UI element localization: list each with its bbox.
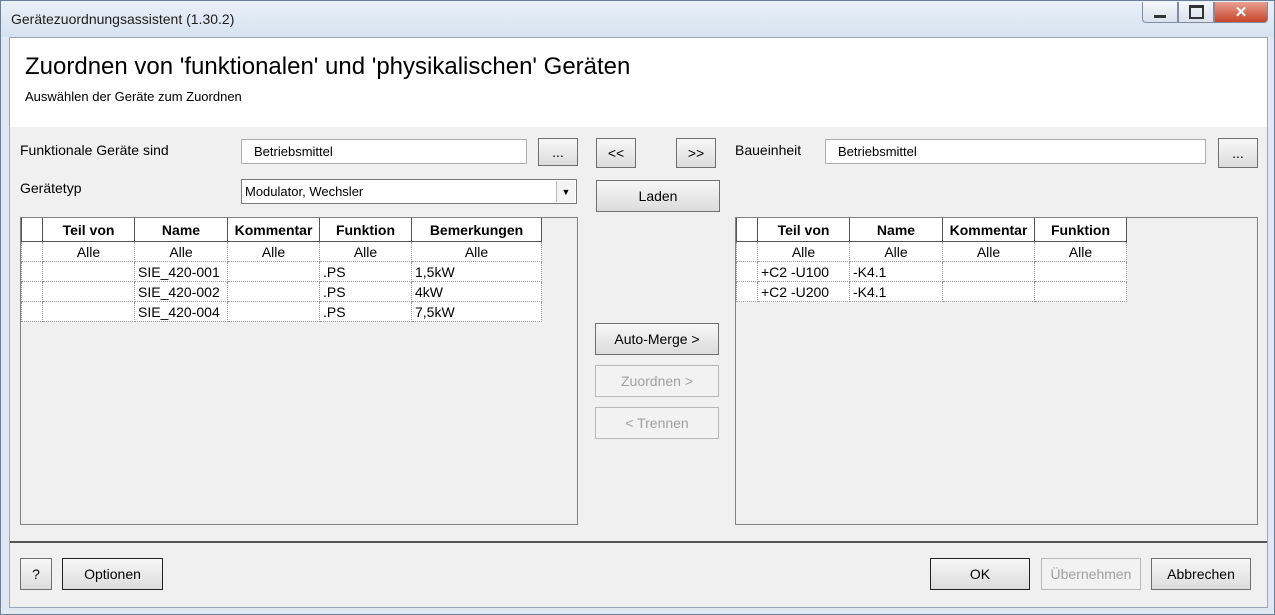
table-cell[interactable] <box>942 261 1035 282</box>
maximize-icon <box>1188 5 1204 19</box>
chevron-down-icon[interactable]: ▼ <box>556 181 575 202</box>
close-icon: ✕ <box>1234 4 1248 21</box>
column-header[interactable]: Name <box>134 218 228 242</box>
window-title: Gerätezuordnungsassistent (1.30.2) <box>11 11 235 27</box>
table-cell[interactable]: -K4.1 <box>849 261 943 282</box>
column-header[interactable]: Funktion <box>1034 218 1127 242</box>
physical-devices-table: Teil von Name Kommentar Funktion Alle Al… <box>736 218 1127 302</box>
table-row[interactable]: +C2 -U200 -K4.1 <box>736 281 1127 302</box>
unit-field[interactable]: Betriebsmittel <box>825 139 1206 164</box>
unit-label: Baueinheit <box>735 142 802 158</box>
assign-button[interactable]: Zuordnen > <box>595 365 719 397</box>
filter-cell[interactable]: Alle <box>411 241 542 262</box>
filter-cell[interactable]: Alle <box>1034 241 1127 262</box>
device-type-label: Gerätetyp <box>20 180 82 196</box>
row-header-corner <box>736 218 758 242</box>
table-header-row: Teil von Name Kommentar Funktion <box>736 218 1127 242</box>
column-header[interactable]: Name <box>849 218 943 242</box>
table-cell[interactable] <box>227 261 320 282</box>
device-type-select[interactable]: Modulator, Wechsler ▼ <box>241 179 577 204</box>
table-cell[interactable]: 1,5kW <box>411 261 542 282</box>
column-header[interactable]: Funktion <box>319 218 412 242</box>
row-header-cell <box>21 241 43 262</box>
dialog-client-area: Zuordnen von 'funktionalen' und 'physika… <box>9 37 1268 608</box>
table-cell[interactable]: +C2 -U100 <box>757 261 850 282</box>
filter-row: Alle Alle Alle Alle <box>736 241 1127 262</box>
table-cell[interactable] <box>227 301 320 322</box>
table-row[interactable]: +C2 -U100 -K4.1 <box>736 261 1127 282</box>
ok-button[interactable]: OK <box>930 558 1030 590</box>
row-header-cell[interactable] <box>736 281 758 302</box>
functional-devices-field[interactable]: Betriebsmittel <box>241 139 527 164</box>
table-cell[interactable] <box>1034 281 1127 302</box>
filter-cell[interactable]: Alle <box>942 241 1035 262</box>
functional-devices-grid[interactable]: Teil von Name Kommentar Funktion Bemerku… <box>20 217 578 525</box>
column-header[interactable]: Kommentar <box>227 218 320 242</box>
table-cell[interactable]: SIE_420-002 <box>134 281 228 302</box>
functional-devices-label: Funktionale Geräte sind <box>20 142 169 158</box>
row-header-cell[interactable] <box>21 281 43 302</box>
footer-divider <box>10 541 1267 543</box>
row-header-cell[interactable] <box>21 301 43 322</box>
separate-button[interactable]: < Trennen <box>595 407 719 439</box>
table-cell[interactable]: .PS <box>319 281 412 302</box>
table-cell[interactable]: .PS <box>319 261 412 282</box>
title-bar[interactable]: Gerätezuordnungsassistent (1.30.2) ✕ <box>1 1 1274 37</box>
functional-browse-button[interactable]: ... <box>538 138 578 166</box>
table-header-row: Teil von Name Kommentar Funktion Bemerku… <box>21 218 542 242</box>
row-header-cell <box>736 241 758 262</box>
auto-merge-button[interactable]: Auto-Merge > <box>595 323 719 355</box>
table-row[interactable]: SIE_420-001 .PS 1,5kW <box>21 261 542 282</box>
close-button[interactable]: ✕ <box>1214 2 1268 23</box>
options-button[interactable]: Optionen <box>62 558 163 590</box>
load-button[interactable]: Laden <box>596 180 720 212</box>
dialog-header: Zuordnen von 'funktionalen' und 'physika… <box>10 38 1267 127</box>
physical-devices-grid[interactable]: Teil von Name Kommentar Funktion Alle Al… <box>735 217 1258 525</box>
minimize-icon <box>1154 14 1166 18</box>
table-cell[interactable]: 7,5kW <box>411 301 542 322</box>
table-row[interactable]: SIE_420-004 .PS 7,5kW <box>21 301 542 322</box>
column-header[interactable]: Bemerkungen <box>411 218 542 242</box>
table-cell[interactable] <box>942 281 1035 302</box>
table-cell[interactable]: +C2 -U200 <box>757 281 850 302</box>
column-header[interactable]: Kommentar <box>942 218 1035 242</box>
unit-browse-button[interactable]: ... <box>1218 138 1258 168</box>
filter-cell[interactable]: Alle <box>227 241 320 262</box>
dialog-window: Gerätezuordnungsassistent (1.30.2) ✕ Zuo… <box>0 0 1275 615</box>
row-header-cell[interactable] <box>21 261 43 282</box>
row-header-cell[interactable] <box>736 261 758 282</box>
table-cell[interactable]: .PS <box>319 301 412 322</box>
column-header[interactable]: Teil von <box>757 218 850 242</box>
filter-cell[interactable]: Alle <box>42 241 135 262</box>
table-cell[interactable]: SIE_420-004 <box>134 301 228 322</box>
apply-button[interactable]: Übernehmen <box>1041 558 1141 590</box>
table-cell[interactable] <box>42 281 135 302</box>
maximize-button[interactable] <box>1178 2 1214 23</box>
minimize-button[interactable] <box>1142 2 1178 23</box>
table-row[interactable]: SIE_420-002 .PS 4kW <box>21 281 542 302</box>
filter-row: Alle Alle Alle Alle Alle <box>21 241 542 262</box>
cancel-button[interactable]: Abbrechen <box>1151 558 1251 590</box>
table-cell[interactable] <box>42 261 135 282</box>
filter-cell[interactable]: Alle <box>757 241 850 262</box>
filter-cell[interactable]: Alle <box>319 241 412 262</box>
help-button[interactable]: ? <box>20 558 52 590</box>
window-controls: ✕ <box>1142 2 1268 23</box>
table-cell[interactable] <box>42 301 135 322</box>
table-cell[interactable] <box>1034 261 1127 282</box>
filter-cell[interactable]: Alle <box>134 241 228 262</box>
move-right-button[interactable]: >> <box>676 138 716 168</box>
page-subtitle: Auswählen der Geräte zum Zuordnen <box>25 89 242 104</box>
page-title: Zuordnen von 'funktionalen' und 'physika… <box>25 53 631 80</box>
table-cell[interactable]: -K4.1 <box>849 281 943 302</box>
functional-devices-table: Teil von Name Kommentar Funktion Bemerku… <box>21 218 542 322</box>
table-cell[interactable] <box>227 281 320 302</box>
filter-cell[interactable]: Alle <box>849 241 943 262</box>
row-header-corner <box>21 218 43 242</box>
device-type-value: Modulator, Wechsler <box>245 184 364 199</box>
table-cell[interactable]: 4kW <box>411 281 542 302</box>
move-left-button[interactable]: << <box>596 138 636 168</box>
column-header[interactable]: Teil von <box>42 218 135 242</box>
table-cell[interactable]: SIE_420-001 <box>134 261 228 282</box>
